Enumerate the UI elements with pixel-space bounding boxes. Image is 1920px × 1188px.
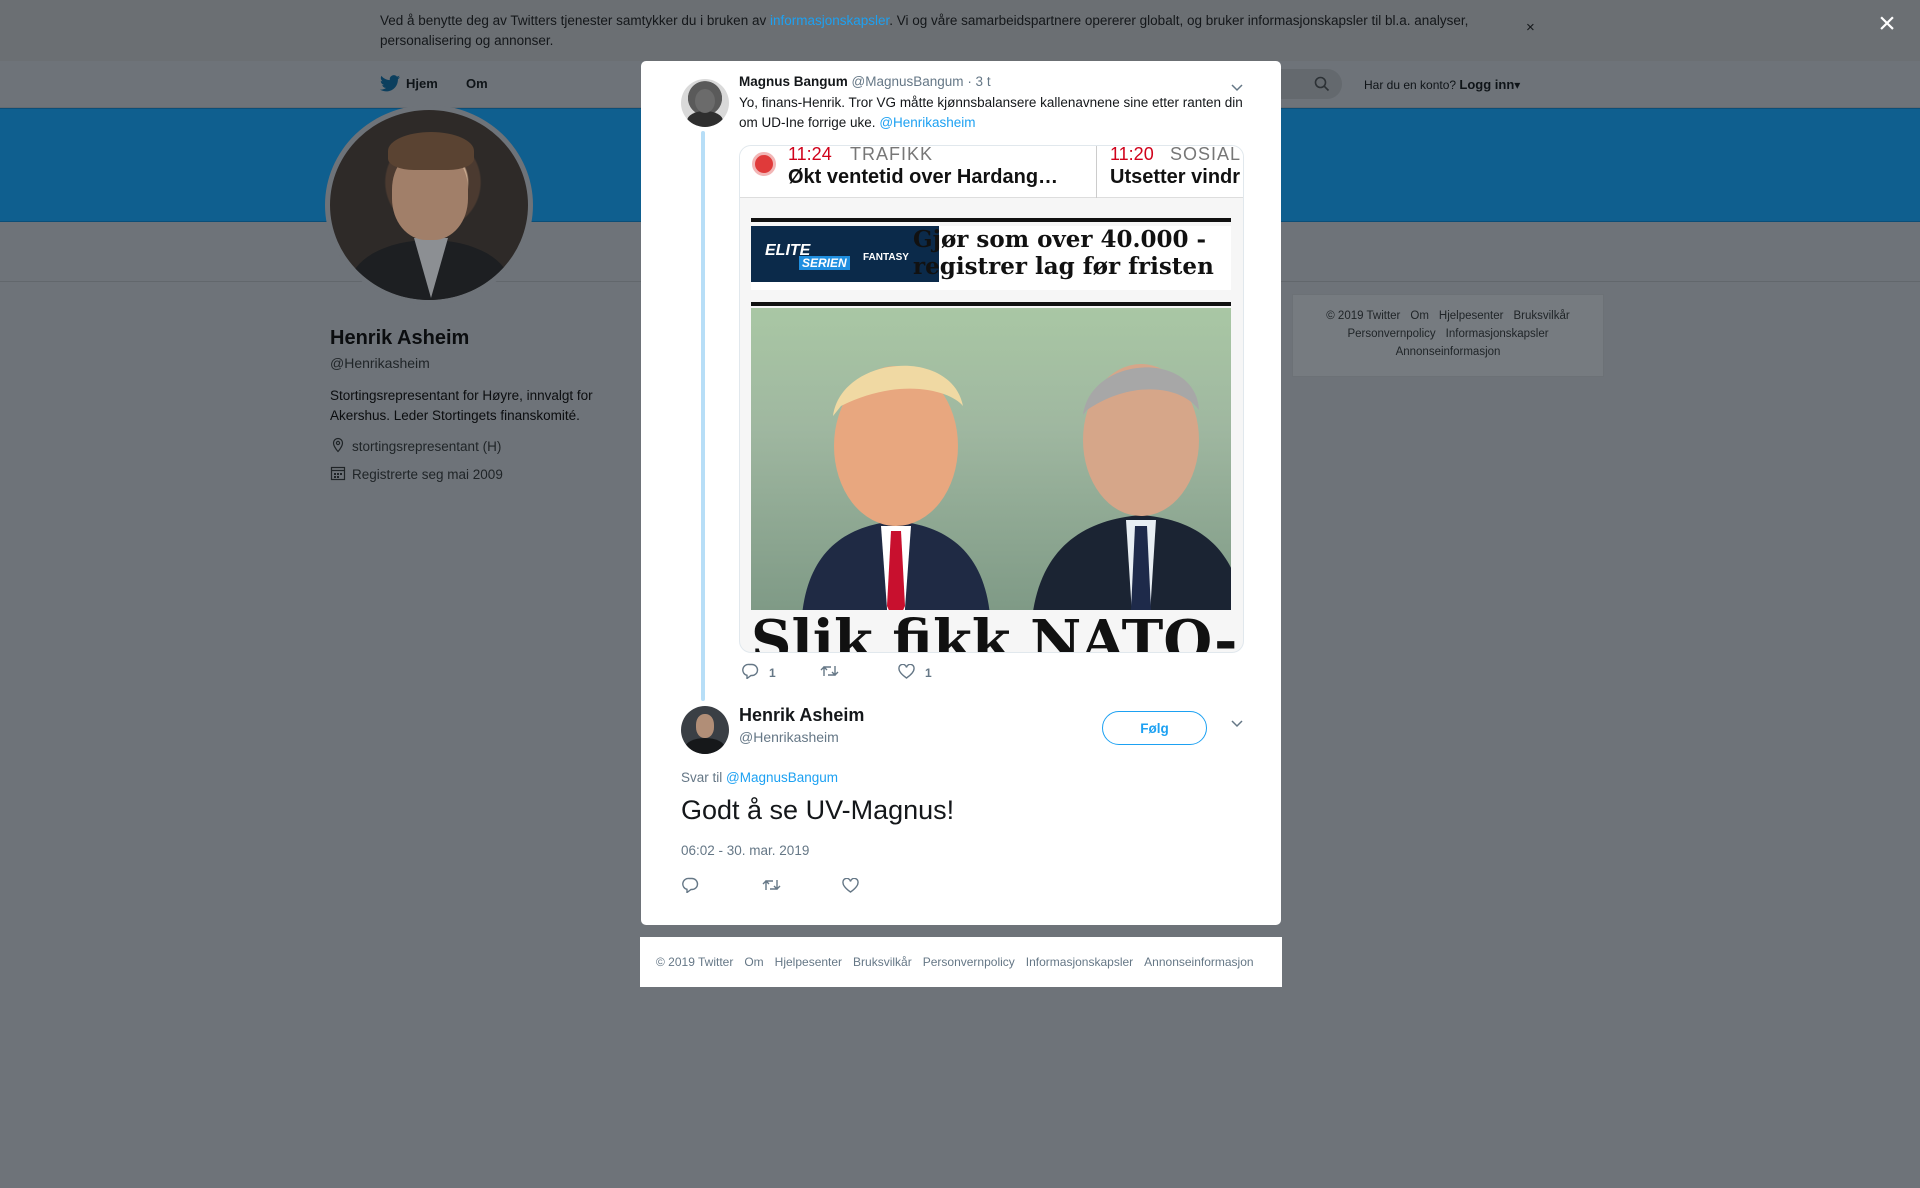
parent-tweet-body: Yo, finans-Henrik. Tror VG måtte kjønnsb… [739,95,1243,130]
ticker-category: SOSIAL [1170,145,1242,164]
twitter-bird-icon[interactable] [380,75,400,97]
ticker-time: 11:24 [788,145,832,164]
like-button[interactable] [842,877,859,896]
profile-location: stortingsrepresentant (H) [330,437,501,456]
profile-bio: Stortingsrepresentant for Høyre, innvalg… [330,388,593,423]
follow-button[interactable]: Følg [1102,711,1207,745]
news-photo [751,308,1231,610]
side-footer-link[interactable]: Bruksvilkår [1513,310,1569,322]
live-dot-icon [752,152,776,176]
side-footer-link[interactable]: Om [1410,310,1429,322]
parent-tweet-handle[interactable]: @MagnusBangum [852,74,964,89]
tweet-media-image[interactable]: 11:24 TRAFIKK Økt ventetid over Hardang…… [739,145,1244,653]
parent-tweet-avatar[interactable] [681,79,729,127]
reply-to: Svar til @MagnusBangum [681,770,838,785]
parent-tweet-name[interactable]: Magnus Bangum [739,74,848,89]
side-footer-link[interactable]: Hjelpesenter [1439,310,1504,322]
footer-link[interactable]: Personvernpolicy [923,955,1015,969]
side-footer-link[interactable]: Informasjonskapsler [1446,328,1549,340]
like-button[interactable]: 1 [898,663,932,682]
tweet-modal: Magnus Bangum @MagnusBangum · 3 t Yo, fi… [641,61,1281,925]
nav-home[interactable]: Hjem [406,76,438,91]
footer-link[interactable]: Bruksvilkår [853,955,912,969]
parent-tweet-header: Magnus Bangum @MagnusBangum · 3 t [739,74,991,89]
account-area: Har du en konto? Logg inn▾ [1364,77,1520,92]
parent-tweet-text: Yo, finans-Henrik. Tror VG måtte kjønnsb… [739,93,1244,133]
chevron-down-icon[interactable]: ▾ [1514,78,1520,92]
main-tweet-chevron-icon[interactable] [1231,715,1243,731]
retweet-icon [820,664,839,681]
cookie-text: Ved å benytte deg av Twitters tjenester … [380,11,1520,51]
cookie-close-icon[interactable]: × [1526,19,1535,36]
ticker-category: TRAFIKK [850,145,934,164]
heart-icon [898,663,915,682]
profile-handle[interactable]: @Henrikasheim [330,355,430,371]
parent-tweet-actions: 1 1 [742,663,932,682]
cookie-banner: Ved å benytte deg av Twitters tjenester … [0,0,1920,61]
footer-link[interactable]: Om [744,955,763,969]
ad-text: Gjør som over 40.000 - registrer lag før… [913,226,1214,280]
footer-link[interactable]: Annonseinformasjon [1144,955,1253,969]
side-footer-link[interactable]: Annonseinformasjon [1396,346,1501,358]
main-tweet-handle[interactable]: @Henrikasheim [739,729,839,745]
footer-link[interactable]: © 2019 Twitter [656,955,733,969]
reply-button[interactable] [682,877,762,896]
main-tweet-text: Godt å se UV-Magnus! [681,795,955,825]
reply-to-handle[interactable]: @MagnusBangum [726,770,838,785]
cookie-link[interactable]: informasjonskapsler [770,13,889,28]
eliteserien-ad: ELITE SERIEN FANTASY Gjør som over 40.00… [751,226,1231,290]
parent-tweet-time[interactable]: · 3 t [967,74,990,89]
thread-line [701,131,705,701]
eliteserien-logo: ELITE SERIEN FANTASY [751,226,939,282]
profile-name[interactable]: Henrik Asheim [330,327,469,350]
footer-link[interactable]: Informasjonskapsler [1026,955,1133,969]
parent-tweet-mention[interactable]: @Henrikasheim [879,115,975,130]
main-tweet-actions [682,877,859,896]
reply-button[interactable]: 1 [742,663,820,682]
like-count: 1 [925,665,932,680]
account-prompt: Har du en konto? [1364,78,1457,92]
footer-link[interactable]: Hjelpesenter [775,955,842,969]
calendar-icon [330,465,346,484]
retweet-button[interactable] [762,878,842,895]
location-pin-icon [330,437,346,456]
nav-about[interactable]: Om [466,76,488,91]
modal-footer: © 2019 Twitter Om Hjelpesenter Bruksvilk… [640,937,1282,987]
retweet-icon [762,878,781,895]
reply-icon [742,663,759,682]
profile-joined: Registrerte seg mai 2009 [330,465,503,484]
reply-count: 1 [769,665,776,680]
news-ticker: 11:24 TRAFIKK Økt ventetid over Hardang…… [740,145,1243,198]
main-tweet-timestamp[interactable]: 06:02 - 30. mar. 2019 [681,843,809,858]
side-footer-link[interactable]: © 2019 Twitter [1326,310,1400,322]
side-footer-link[interactable]: Personvernpolicy [1347,328,1435,340]
reply-to-label: Svar til [681,770,723,785]
joined-text: Registrerte seg mai 2009 [352,467,503,482]
ticker-time: 11:20 [1110,145,1154,164]
profile-avatar[interactable] [325,105,533,305]
cookie-text-before: Ved å benytte deg av Twitters tjenester … [380,13,770,28]
main-tweet-avatar[interactable] [681,706,729,754]
ticker-headline: Økt ventetid over Hardang… [788,166,1059,188]
main-tweet-name[interactable]: Henrik Asheim [739,705,864,726]
close-overlay-icon[interactable]: × [1873,9,1901,39]
side-footer: © 2019 Twitter Om Hjelpesenter Bruksvilkår … [1292,294,1604,377]
search-icon[interactable] [1314,76,1330,97]
news-big-headline: Slik fikk NATO- [751,608,1238,653]
login-link[interactable]: Logg inn [1459,77,1514,92]
reply-icon [682,877,699,896]
ticker-headline: Utsetter vindr [1110,166,1241,188]
retweet-button[interactable] [820,664,898,681]
location-text: stortingsrepresentant (H) [352,439,502,454]
heart-icon [842,877,859,896]
